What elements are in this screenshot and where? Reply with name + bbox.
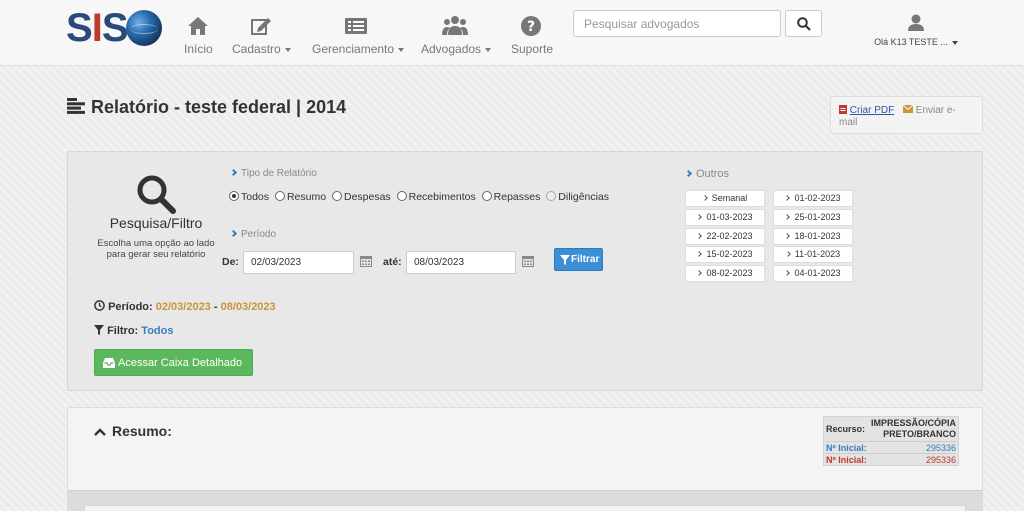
actions-box: Criar PDF Enviar e-mail — [830, 96, 983, 134]
logo[interactable]: SIS — [66, 7, 162, 49]
globe-icon — [126, 10, 162, 46]
users-icon — [442, 16, 468, 35]
others-btn-semanal[interactable]: Semanal — [685, 190, 765, 207]
nav-gerenciamento-label: Gerenciamento — [312, 42, 395, 56]
create-pdf-link[interactable]: Criar PDF — [850, 105, 894, 116]
to-label: até: — [383, 256, 402, 268]
svg-text:?: ? — [526, 19, 534, 35]
chevron-down-icon — [485, 47, 492, 52]
nav-inicio-label: Início — [184, 42, 213, 56]
recurso-value: IMPRESSÃO/CÓPIA PRETO/BRANCO — [870, 418, 956, 439]
filter-description: Escolha uma opção ao lado para gerar seu… — [97, 238, 215, 260]
chevron-up-icon — [94, 428, 106, 436]
list-icon — [345, 18, 367, 34]
others-btn-date[interactable]: 25-01-2023 — [773, 209, 853, 226]
chevron-down-icon — [398, 47, 405, 52]
period-info: Período: 02/03/2023 - 08/03/2023 — [94, 300, 276, 313]
others-btn-date[interactable]: 15-02-2023 — [685, 246, 765, 263]
from-label: De: — [222, 256, 239, 268]
period-heading: Período — [229, 229, 276, 240]
page-title: Relatório - teste federal | 2014 — [91, 97, 347, 117]
others-btn-date[interactable]: 22-02-2023 — [685, 228, 765, 245]
others-btn-date[interactable]: 01-02-2023 — [773, 190, 853, 207]
home-icon — [188, 17, 208, 35]
user-greeting: Olá K13 TESTE ... — [874, 37, 948, 47]
envelope-icon — [902, 104, 914, 113]
others-btn-date[interactable]: 08-02-2023 — [685, 265, 765, 282]
edit-icon — [251, 18, 271, 35]
inbox-icon — [103, 358, 115, 368]
others-btn-date[interactable]: 04-01-2023 — [773, 265, 853, 282]
clock-icon — [94, 300, 105, 311]
table-row: Nº Inicial: 295336 — [826, 441, 956, 453]
search-icon — [137, 175, 176, 214]
search-button[interactable] — [785, 10, 822, 37]
table-row: Nº Inicial: 295336 — [826, 453, 956, 465]
radio-repasses[interactable]: Repasses — [481, 191, 540, 203]
calendar-icon[interactable] — [360, 255, 372, 267]
radio-resumo[interactable]: Resumo — [274, 191, 326, 203]
report-type-radios: Todos Resumo Despesas Recebimentos Repas… — [229, 191, 612, 203]
radio-despesas[interactable]: Despesas — [331, 191, 391, 203]
filter-button[interactable]: Filtrar — [554, 248, 603, 271]
chevron-right-icon — [229, 168, 238, 177]
filter-title: Pesquisa/Filtro — [109, 215, 203, 231]
search-input[interactable] — [573, 10, 781, 37]
nav-cadastro-label: Cadastro — [232, 42, 281, 56]
search-icon — [797, 17, 811, 31]
nav-suporte-label: Suporte — [511, 42, 554, 56]
radio-diligencias[interactable]: Diligências — [546, 191, 609, 203]
caixa-detalhado-button[interactable]: Acessar Caixa Detalhado — [94, 349, 253, 376]
calendar-icon[interactable] — [522, 255, 534, 267]
radio-recebimentos[interactable]: Recebimentos — [396, 191, 476, 203]
report-type-heading: Tipo de Relatório — [229, 168, 317, 179]
filter-icon — [560, 255, 570, 265]
chevron-right-icon — [229, 229, 238, 238]
question-icon: ? — [520, 16, 541, 36]
resumo-toggle[interactable]: Resumo: — [94, 423, 172, 439]
from-date-input[interactable] — [243, 251, 354, 274]
navbar: SIS Início Cadastro Gerenciamento Advoga… — [0, 0, 1024, 66]
filter-icon — [94, 325, 104, 335]
user-menu[interactable]: Olá K13 TESTE ... — [870, 14, 962, 47]
nav-inicio[interactable]: Início — [184, 14, 213, 56]
others-btn-date[interactable]: 11-01-2023 — [773, 246, 853, 263]
nav-gerenciamento[interactable]: Gerenciamento — [312, 14, 405, 56]
chevron-down-icon — [951, 40, 958, 45]
nav-advogados[interactable]: Advogados — [421, 14, 492, 56]
filter-info: Filtro: Todos — [94, 325, 173, 337]
radio-todos[interactable]: Todos — [229, 191, 269, 203]
nav-suporte[interactable]: ? Suporte — [511, 14, 554, 56]
resumo-table: Recurso: IMPRESSÃO/CÓPIA PRETO/BRANCO Nº… — [823, 416, 959, 466]
pdf-icon — [839, 105, 847, 114]
others-btn-date[interactable]: 18-01-2023 — [773, 228, 853, 245]
nav-cadastro[interactable]: Cadastro — [232, 14, 291, 56]
others-btn-date[interactable]: 01-03-2023 — [685, 209, 765, 226]
bottom-panel-content — [84, 505, 966, 511]
others-heading: Outros — [684, 168, 729, 180]
recurso-label: Recurso: — [826, 424, 866, 434]
chevron-down-icon — [284, 47, 291, 52]
user-icon — [908, 14, 924, 31]
to-date-input[interactable] — [406, 251, 516, 274]
align-left-icon — [67, 98, 85, 114]
nav-advogados-label: Advogados — [421, 42, 482, 56]
chevron-right-icon — [684, 169, 693, 178]
